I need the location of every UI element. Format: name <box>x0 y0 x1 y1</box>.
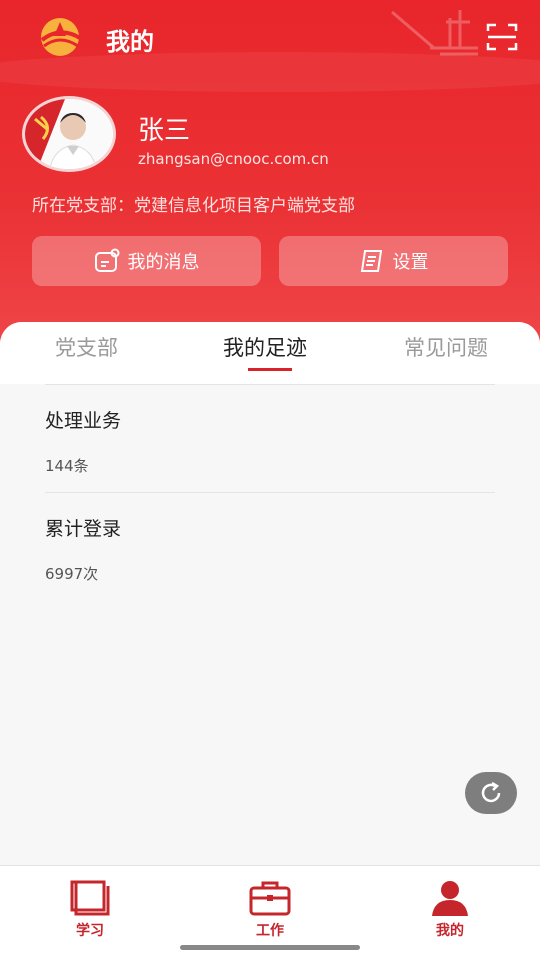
party-logo-icon <box>40 18 82 56</box>
nav-label: 工作 <box>256 923 284 939</box>
stat-value: 6997次 <box>45 565 99 583</box>
active-tab-indicator <box>248 368 292 371</box>
nav-item-study[interactable]: 学习 <box>50 878 130 940</box>
scan-icon[interactable] <box>486 22 518 52</box>
profile-header: 我的 张三 zhangsan@cnooc.com.cn 所在党支部：党建信息化项… <box>0 0 540 360</box>
home-indicator <box>180 945 360 950</box>
settings-label: 设置 <box>392 252 429 273</box>
nav-label: 我的 <box>436 923 464 939</box>
book-icon <box>70 880 110 916</box>
user-name: 张三 <box>138 116 191 146</box>
nav-label: 学习 <box>76 923 104 939</box>
party-branch-name: 党建信息化项目客户端党支部 <box>134 196 355 216</box>
tab-party-branch[interactable]: 党支部 <box>55 332 118 362</box>
my-messages-button[interactable]: 我的消息 <box>32 236 261 286</box>
my-messages-label: 我的消息 <box>127 252 200 273</box>
tab-bar: 党支部 我的足迹 常见问题 <box>0 322 540 384</box>
avatar[interactable] <box>22 96 116 172</box>
stat-total-logins: 累计登录 6997次 <box>45 514 121 584</box>
refresh-button[interactable] <box>465 772 517 814</box>
party-branch-label: 所在党支部： <box>32 196 134 216</box>
stat-title: 累计登录 <box>45 518 122 540</box>
stat-value: 144条 <box>45 457 89 475</box>
briefcase-icon <box>249 881 291 916</box>
tab-faq[interactable]: 常见问题 <box>404 332 488 362</box>
settings-doc-icon <box>360 250 382 272</box>
nav-item-work[interactable]: 工作 <box>230 878 310 940</box>
tab-my-footprint[interactable]: 我的足迹 <box>223 332 307 362</box>
stat-title: 处理业务 <box>45 410 122 432</box>
person-icon <box>432 881 468 916</box>
party-branch-info: 所在党支部：党建信息化项目客户端党支部 <box>32 191 355 216</box>
divider <box>45 492 495 493</box>
refresh-icon <box>481 781 501 803</box>
divider <box>45 384 495 385</box>
user-email: zhangsan@cnooc.com.cn <box>138 150 329 168</box>
stat-processed-business: 处理业务 144条 <box>45 406 121 476</box>
oil-rig-decoration <box>391 10 478 56</box>
page-title: 我的 <box>106 28 154 56</box>
nav-item-mine[interactable]: 我的 <box>410 878 490 940</box>
message-icon <box>94 248 119 272</box>
header-wave-decoration <box>0 52 540 92</box>
content-panel: 党支部 我的足迹 常见问题 处理业务 144条 累计登录 6997次 <box>0 322 540 865</box>
settings-button[interactable]: 设置 <box>279 236 508 286</box>
